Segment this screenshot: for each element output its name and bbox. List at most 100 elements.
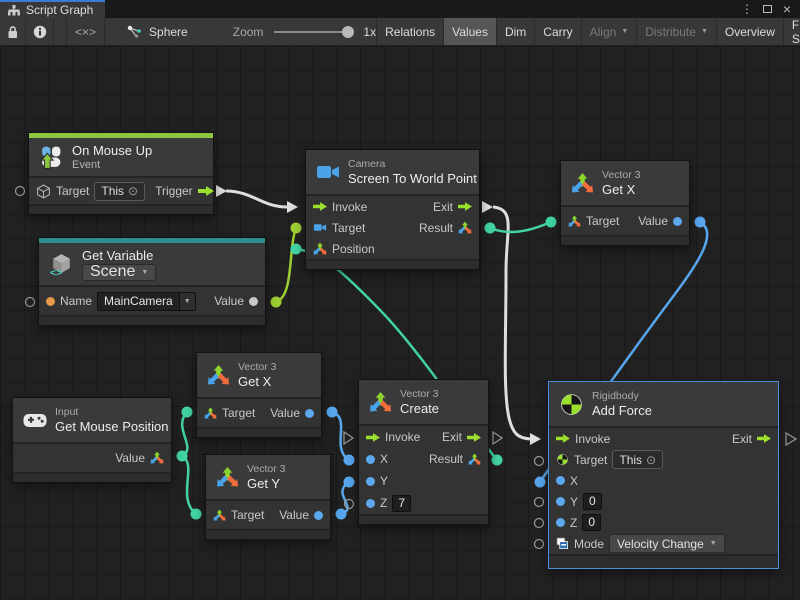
zoom-slider-handle[interactable] (342, 26, 354, 38)
flow-arrow-icon (467, 433, 481, 442)
port-gety-value-out[interactable] (336, 509, 347, 520)
port-addforce-invoke-in[interactable] (530, 433, 541, 445)
node-title: Get X (238, 374, 277, 389)
string-port-dot[interactable] (46, 297, 55, 306)
vector3-icon (568, 215, 581, 228)
port-addforce-x-in[interactable] (535, 477, 546, 488)
info-button[interactable] (26, 18, 54, 45)
wire-variable-to-target[interactable] (276, 228, 296, 302)
wire-trigger-to-invoke[interactable] (226, 191, 287, 207)
port-getx-value-out[interactable] (327, 407, 338, 418)
relations-button[interactable]: Relations (376, 18, 444, 45)
z-value-field[interactable]: 7 (392, 495, 411, 512)
wire-mouse-to-getx[interactable] (182, 412, 187, 456)
y-value-field[interactable]: 0 (583, 493, 602, 510)
value-port-dot[interactable] (305, 409, 314, 418)
exit-label: Exit (732, 432, 752, 446)
port-addforce-z-unconnected[interactable] (535, 519, 544, 528)
wire-getx-to-create-x[interactable] (332, 412, 349, 460)
node-on-mouse-up[interactable]: On Mouse Up Event Target This ⊙ Trigger (28, 132, 214, 215)
dim-button[interactable]: Dim (497, 18, 535, 45)
port-onmouseup-in-unconnected[interactable] (16, 187, 25, 196)
carry-button[interactable]: Carry (535, 18, 581, 45)
node-get-mouse-position[interactable]: Input Get Mouse Position Value (12, 397, 172, 483)
port-addforce-target-unconnected[interactable] (535, 457, 544, 466)
node-get-y[interactable]: Vector 3 Get Y Target Value (205, 454, 331, 540)
port-camera-result-out[interactable] (485, 223, 496, 234)
y-port-dot[interactable] (556, 497, 565, 506)
value-port-dot[interactable] (249, 297, 258, 306)
wire-mouse-to-gety[interactable] (182, 456, 196, 514)
port-camera-target-in[interactable] (291, 223, 302, 234)
port-getvariable-in-unconnected[interactable] (26, 298, 35, 307)
node-footer (13, 472, 171, 482)
code-preview-button[interactable]: <×> (66, 18, 105, 45)
object-picker-icon[interactable]: ⊙ (128, 184, 138, 198)
port-invoke-in[interactable] (287, 201, 298, 213)
port-exit-out[interactable] (482, 201, 493, 213)
port-addforce-exit-unconnected[interactable] (786, 433, 796, 445)
mouse-up-icon (39, 145, 64, 170)
node-screen-to-world-point[interactable]: Camera Screen To World Point Invoke Exit… (305, 149, 480, 270)
mode-dropdown[interactable]: Velocity Change ▼ (609, 534, 725, 553)
wire-exit-to-addforce-invoke[interactable] (493, 207, 530, 439)
this-target-button[interactable]: This ⊙ (612, 450, 663, 469)
tab-script-graph[interactable]: Script Graph (0, 0, 105, 18)
unity-script-graph-window: Script Graph ⋮ × <×> Sphere Zoom (0, 0, 800, 600)
overview-button[interactable]: Overview (717, 18, 784, 45)
invoke-label: Invoke (575, 432, 610, 446)
chevron-down-icon: ▼ (701, 28, 708, 35)
x-port-dot[interactable] (556, 476, 565, 485)
fullscreen-button[interactable]: Full Screen (784, 18, 800, 45)
port-gety-target-in[interactable] (191, 509, 202, 520)
node-category: Vector 3 (247, 464, 286, 475)
wire-result-to-getx-top[interactable] (490, 222, 551, 232)
z-port-dot[interactable] (366, 499, 375, 508)
port-create-exit-unconnected[interactable] (493, 432, 502, 444)
port-getxtop-target-in[interactable] (546, 217, 557, 228)
z-port-dot[interactable] (556, 518, 565, 527)
node-title: Get Mouse Position (55, 419, 168, 434)
zoom-slider[interactable] (274, 31, 352, 33)
node-get-x[interactable]: Vector 3 Get X Target Value (196, 352, 322, 438)
value-port-dot[interactable] (314, 511, 323, 520)
vector3-icon (571, 172, 594, 195)
distribute-button[interactable]: Distribute▼ (637, 18, 717, 45)
object-picker-icon[interactable]: ⊙ (646, 453, 656, 467)
port-create-result-out[interactable] (492, 455, 503, 466)
variable-scope-dropdown[interactable]: Scene ▼ (82, 264, 156, 281)
graph-canvas[interactable]: On Mouse Up Event Target This ⊙ Trigger (0, 46, 800, 600)
port-camera-position-in[interactable] (291, 244, 302, 255)
port-variable-value-out[interactable] (271, 297, 282, 308)
maximize-icon[interactable] (758, 1, 776, 17)
vector3-icon (468, 453, 481, 466)
code-preview-label: <×> (75, 25, 96, 39)
this-target-button[interactable]: This ⊙ (94, 182, 145, 201)
z-value-field[interactable]: 0 (582, 514, 601, 531)
align-button[interactable]: Align▼ (582, 18, 638, 45)
port-mouse-value-out[interactable] (177, 451, 188, 462)
menu-icon[interactable]: ⋮ (738, 1, 756, 17)
node-add-force[interactable]: Rigidbody Add Force Invoke Exit Target T… (548, 381, 779, 569)
port-addforce-y-unconnected[interactable] (535, 498, 544, 507)
port-addforce-mode-unconnected[interactable] (535, 540, 544, 549)
x-port-dot[interactable] (366, 455, 375, 464)
node-get-variable[interactable]: <> Get Variable Scene ▼ Name MainCamera … (38, 237, 266, 326)
close-icon[interactable]: × (778, 1, 796, 17)
variable-name-dropdown[interactable]: MainCamera ▼ (97, 292, 196, 311)
port-getx-target-in[interactable] (182, 407, 193, 418)
port-create-x-in[interactable] (344, 455, 355, 466)
node-footer (197, 427, 321, 437)
value-port-dot[interactable] (673, 217, 682, 226)
y-port-dot[interactable] (366, 477, 375, 486)
lock-button[interactable] (0, 18, 26, 45)
port-getxtop-value-out[interactable] (695, 217, 706, 228)
camera-icon (313, 222, 327, 233)
port-create-y-in[interactable] (344, 477, 355, 488)
values-button[interactable]: Values (444, 18, 497, 45)
port-trigger-out[interactable] (216, 185, 227, 197)
node-get-x-top[interactable]: Vector 3 Get X Target Value (560, 160, 690, 246)
chevron-down-icon: ▼ (710, 540, 717, 547)
node-create-vector3[interactable]: Vector 3 Create Invoke Exit X Result (358, 379, 489, 525)
port-create-invoke-unconnected[interactable] (344, 432, 353, 444)
